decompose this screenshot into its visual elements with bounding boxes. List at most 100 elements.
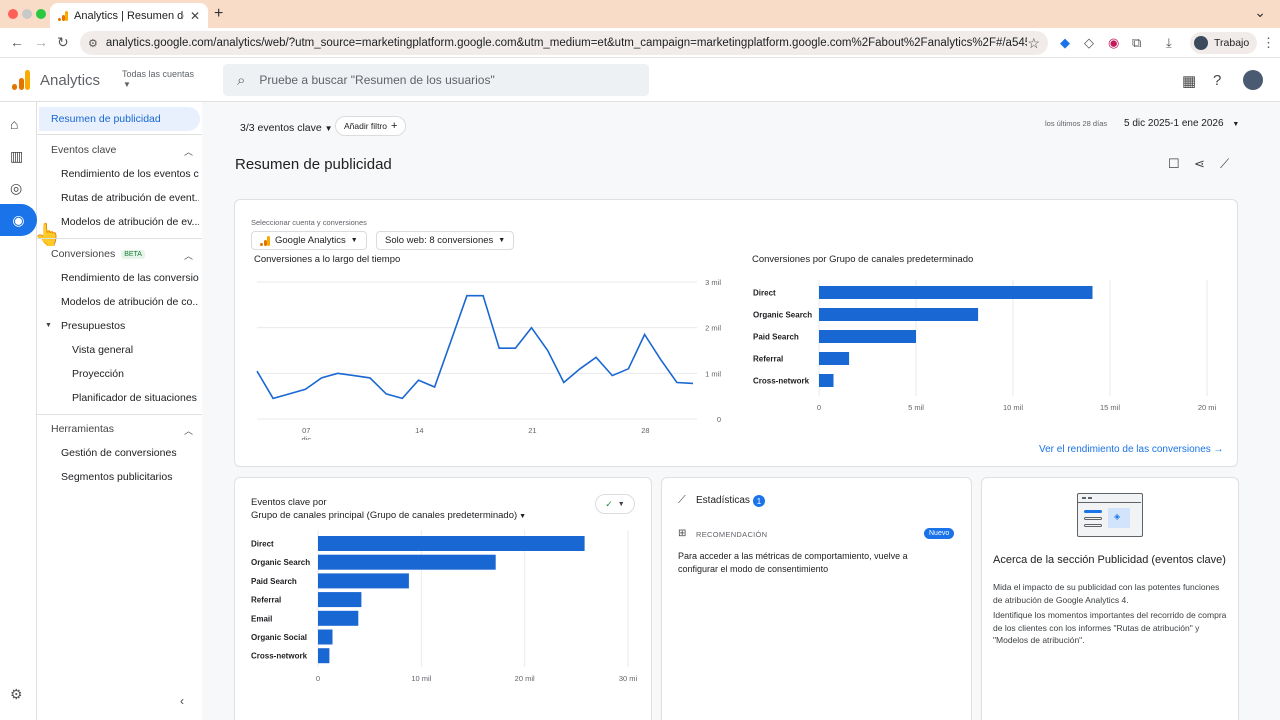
insights-icon[interactable]: ⟋ — [1220, 156, 1229, 172]
insights-card: ⟋ Estadísticas 1 ⊞ RECOMENDACIÓN Nuevo P… — [661, 477, 972, 720]
sidebar-subitem[interactable]: Proyección — [72, 368, 124, 380]
caret-down-icon[interactable]: ▼ — [123, 80, 131, 89]
bar — [318, 648, 330, 664]
sidebar-item[interactable]: Modelos de atribución de co... — [61, 296, 199, 308]
user-avatar[interactable] — [1243, 70, 1263, 90]
search-icon: ⌕ — [237, 71, 246, 89]
extension-icon[interactable]: ◇ — [1084, 35, 1094, 51]
key-events-card: Eventos clave por Grupo de canales princ… — [234, 477, 652, 720]
caret-down-icon: ▼ — [1232, 121, 1240, 128]
bar — [819, 352, 850, 365]
tab-list-chevron-icon[interactable]: ⌄ — [1254, 4, 1266, 21]
add-filter-button[interactable]: Añadir filtro + — [335, 116, 407, 136]
search-bar[interactable]: ⌕ — [223, 64, 649, 96]
explore-icon[interactable]: ◎ — [10, 180, 22, 197]
key-events-bar-chart: 0 10 mil 20 mil 30 mi Direct Organic Search Pa… — [251, 530, 638, 683]
conversions-chip[interactable]: Solo web: 8 conversiones ▼ — [376, 231, 515, 250]
zoom-window-button[interactable] — [36, 9, 46, 19]
download-icon[interactable]: ⤓ — [1166, 35, 1172, 51]
bookmark-star-icon[interactable]: ☆ — [1027, 35, 1040, 52]
address-bar[interactable]: ⚙ analytics.google.com/analytics/web/?ut… — [80, 31, 1048, 55]
y-tick-label: 0 — [717, 415, 721, 424]
sidebar-subitem[interactable]: Planificador de situaciones — [72, 392, 197, 404]
profile-label: Trabajo — [1214, 37, 1250, 49]
extension-icon[interactable]: ◉ — [1108, 35, 1119, 51]
home-icon[interactable]: ⌂ — [10, 116, 18, 132]
sidebar-item[interactable]: Segmentos publicitarios — [61, 471, 199, 483]
sidebar-item[interactable]: Rutas de atribución de event... — [61, 192, 199, 204]
reload-icon[interactable]: ↻ — [57, 34, 69, 51]
share-icon[interactable]: ⋖ — [1194, 156, 1205, 172]
profile-button[interactable]: Trabajo — [1190, 32, 1258, 54]
key-events-card-title[interactable]: Eventos clave por Grupo de canales princ… — [251, 496, 526, 523]
x-tick-label: 28 — [641, 426, 649, 435]
sidebar-item[interactable]: Modelos de atribución de ev... — [61, 216, 199, 228]
help-icon[interactable]: ? — [1213, 72, 1221, 89]
caret-down-icon: ▼ — [498, 237, 506, 244]
sidebar-item-budgets[interactable]: Presupuestos — [61, 320, 199, 332]
category-label: Direct — [753, 289, 776, 298]
account-selector-label[interactable]: Todas las cuentas — [122, 69, 194, 79]
about-card: ◈ Acerca de la sección Publicidad (event… — [981, 477, 1239, 720]
about-paragraph: Mida el impacto de su publicidad con las… — [993, 582, 1220, 605]
sidebar-section-tools[interactable]: Herramientas — [51, 423, 114, 435]
x-tick-label: 15 mil — [1100, 403, 1120, 412]
bar — [819, 286, 1093, 299]
page-title: Resumen de publicidad — [235, 156, 392, 173]
sidebar-item[interactable]: Gestión de conversiones — [61, 447, 199, 459]
chevron-up-icon[interactable]: ︿ — [184, 145, 193, 158]
x-tick-label: 30 mi — [619, 674, 638, 683]
new-badge: Nuevo — [924, 528, 955, 539]
divider — [37, 238, 202, 239]
reports-icon[interactable]: ▥ — [10, 148, 23, 165]
plus-icon: + — [391, 120, 398, 132]
minimize-window-button[interactable] — [22, 9, 32, 19]
extension-icon[interactable]: ◆ — [1060, 35, 1070, 51]
tab-title: Analytics | Resumen de publi — [74, 9, 184, 22]
close-tab-icon[interactable]: ✕ — [190, 9, 200, 23]
account-chip[interactable]: Google Analytics ▼ — [251, 231, 367, 250]
bar — [318, 610, 359, 626]
browser-toolbar: ← → ↻ ⚙ analytics.google.com/analytics/w… — [0, 28, 1280, 58]
sidebar-section-conversions[interactable]: Conversiones BETA — [51, 248, 145, 260]
browser-tab[interactable]: Analytics | Resumen de publi ✕ — [50, 3, 208, 28]
advertising-icon[interactable]: ◉ — [0, 204, 37, 236]
browser-menu-icon[interactable]: ⋮ — [1262, 35, 1275, 51]
key-events-filter[interactable]: 3/3 eventos clave ▼ — [240, 122, 333, 134]
recommendation-text[interactable]: Para acceder a las métricas de comportam… — [678, 550, 948, 576]
x-tick-label-line: 07 — [302, 426, 310, 435]
x-tick-label: 07 dic — [301, 426, 311, 440]
view-conversions-link[interactable]: Ver el rendimiento de las conversiones → — [1039, 444, 1224, 455]
caret-down-icon: ▼ — [617, 500, 625, 508]
x-tick-label: 10 mil — [1003, 403, 1023, 412]
apps-grid-icon[interactable]: ▦ — [1182, 72, 1196, 90]
recommendation-icon: ⊞ — [678, 528, 687, 539]
chevron-up-icon[interactable]: ︿ — [184, 249, 193, 262]
search-input[interactable] — [259, 73, 620, 87]
line-chart-title: Conversiones a lo largo del tiempo — [254, 254, 401, 265]
extensions-puzzle-icon[interactable]: ⧉ — [1132, 35, 1141, 51]
comparison-chip[interactable]: ✓ ▼ — [595, 494, 635, 514]
sidebar-section-key-events[interactable]: Eventos clave — [51, 144, 116, 156]
sidebar-subitem[interactable]: Vista general — [72, 344, 133, 356]
sidebar-item[interactable]: Rendimiento de las conversio... — [61, 272, 199, 284]
settings-gear-icon[interactable]: ⚙ — [10, 686, 23, 703]
close-window-button[interactable] — [8, 9, 18, 19]
y-tick-label: 1 mil — [705, 369, 721, 378]
back-icon[interactable]: ← — [10, 34, 24, 50]
chevron-up-icon[interactable]: ︿ — [184, 424, 193, 437]
site-settings-icon[interactable]: ⚙ — [88, 37, 98, 50]
collapse-sidebar-icon[interactable]: ‹ — [180, 694, 184, 708]
main-content: 3/3 eventos clave ▼ Añadir filtro + los ú… — [202, 102, 1280, 720]
edit-report-icon[interactable]: ☐ — [1168, 156, 1180, 172]
forward-icon[interactable]: → — [34, 34, 48, 50]
divider — [37, 414, 202, 415]
sidebar-item-advertising-summary[interactable]: Resumen de publicidad — [39, 107, 200, 131]
date-range-picker[interactable]: 5 dic 2025-1 ene 2026 ▼ — [1124, 118, 1239, 129]
x-tick-label-line: 21 — [528, 426, 536, 435]
caret-down-icon[interactable]: ▼ — [45, 322, 52, 329]
sidebar-item[interactable]: Rendimiento de los eventos c... — [61, 168, 199, 180]
new-tab-icon[interactable]: + — [214, 5, 223, 23]
category-label: Organic Social — [251, 633, 307, 642]
bar — [819, 374, 834, 387]
